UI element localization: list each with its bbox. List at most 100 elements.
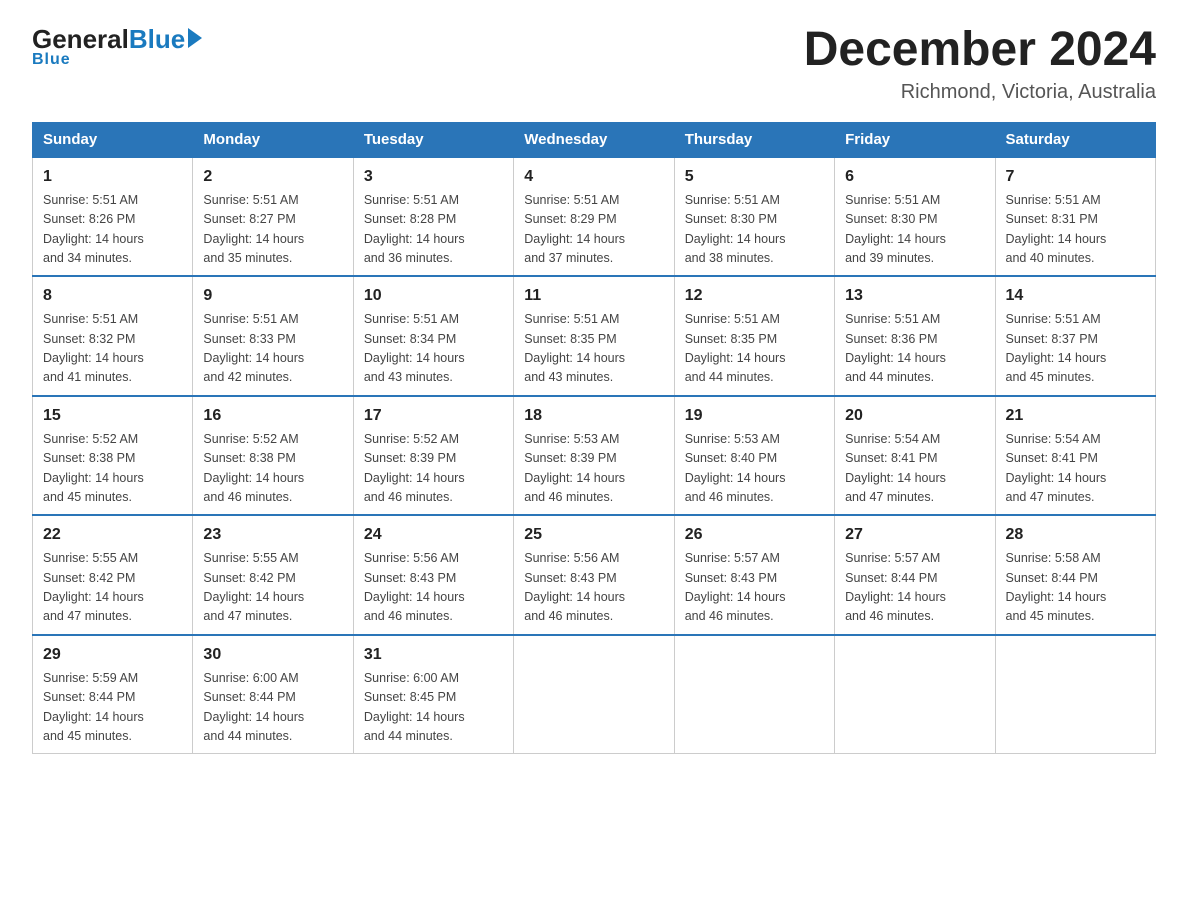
title-section: December 2024 Richmond, Victoria, Austra… (804, 24, 1156, 104)
day-info: Sunrise: 5:59 AMSunset: 8:44 PMDaylight:… (43, 669, 182, 747)
day-number: 31 (364, 643, 503, 667)
calendar-cell: 31Sunrise: 6:00 AMSunset: 8:45 PMDayligh… (353, 635, 513, 754)
week-row-1: 1Sunrise: 5:51 AMSunset: 8:26 PMDaylight… (33, 157, 1156, 277)
day-number: 16 (203, 404, 342, 428)
day-number: 20 (845, 404, 984, 428)
day-info: Sunrise: 5:51 AMSunset: 8:34 PMDaylight:… (364, 310, 503, 388)
day-number: 25 (524, 523, 663, 547)
day-info: Sunrise: 5:56 AMSunset: 8:43 PMDaylight:… (364, 549, 503, 627)
day-number: 8 (43, 284, 182, 308)
calendar-cell: 8Sunrise: 5:51 AMSunset: 8:32 PMDaylight… (33, 276, 193, 396)
day-info: Sunrise: 5:53 AMSunset: 8:39 PMDaylight:… (524, 430, 663, 508)
logo-underline: Blue (32, 51, 71, 69)
day-info: Sunrise: 5:57 AMSunset: 8:43 PMDaylight:… (685, 549, 824, 627)
day-number: 12 (685, 284, 824, 308)
day-number: 30 (203, 643, 342, 667)
calendar-cell: 20Sunrise: 5:54 AMSunset: 8:41 PMDayligh… (835, 396, 995, 516)
calendar-cell (995, 635, 1155, 754)
day-number: 26 (685, 523, 824, 547)
day-number: 13 (845, 284, 984, 308)
day-number: 17 (364, 404, 503, 428)
day-info: Sunrise: 6:00 AMSunset: 8:45 PMDaylight:… (364, 669, 503, 747)
day-number: 9 (203, 284, 342, 308)
day-info: Sunrise: 5:51 AMSunset: 8:30 PMDaylight:… (845, 191, 984, 269)
week-row-4: 22Sunrise: 5:55 AMSunset: 8:42 PMDayligh… (33, 515, 1156, 635)
day-number: 23 (203, 523, 342, 547)
day-info: Sunrise: 5:51 AMSunset: 8:30 PMDaylight:… (685, 191, 824, 269)
day-number: 11 (524, 284, 663, 308)
day-info: Sunrise: 5:51 AMSunset: 8:32 PMDaylight:… (43, 310, 182, 388)
calendar-cell (835, 635, 995, 754)
day-info: Sunrise: 5:51 AMSunset: 8:35 PMDaylight:… (524, 310, 663, 388)
calendar-cell: 25Sunrise: 5:56 AMSunset: 8:43 PMDayligh… (514, 515, 674, 635)
calendar-cell: 14Sunrise: 5:51 AMSunset: 8:37 PMDayligh… (995, 276, 1155, 396)
calendar-cell (514, 635, 674, 754)
day-number: 1 (43, 165, 182, 189)
calendar-cell (674, 635, 834, 754)
day-info: Sunrise: 5:51 AMSunset: 8:37 PMDaylight:… (1006, 310, 1145, 388)
day-number: 5 (685, 165, 824, 189)
day-info: Sunrise: 5:57 AMSunset: 8:44 PMDaylight:… (845, 549, 984, 627)
day-info: Sunrise: 5:51 AMSunset: 8:36 PMDaylight:… (845, 310, 984, 388)
calendar-cell: 13Sunrise: 5:51 AMSunset: 8:36 PMDayligh… (835, 276, 995, 396)
week-row-5: 29Sunrise: 5:59 AMSunset: 8:44 PMDayligh… (33, 635, 1156, 754)
day-info: Sunrise: 5:51 AMSunset: 8:27 PMDaylight:… (203, 191, 342, 269)
calendar-cell: 3Sunrise: 5:51 AMSunset: 8:28 PMDaylight… (353, 157, 513, 277)
day-number: 3 (364, 165, 503, 189)
day-number: 22 (43, 523, 182, 547)
page-header: General Blue Blue December 2024 Richmond… (32, 24, 1156, 104)
calendar-cell: 23Sunrise: 5:55 AMSunset: 8:42 PMDayligh… (193, 515, 353, 635)
calendar-title: December 2024 (804, 24, 1156, 77)
day-info: Sunrise: 5:51 AMSunset: 8:29 PMDaylight:… (524, 191, 663, 269)
logo: General Blue Blue (32, 24, 202, 69)
day-info: Sunrise: 5:51 AMSunset: 8:31 PMDaylight:… (1006, 191, 1145, 269)
calendar-cell: 29Sunrise: 5:59 AMSunset: 8:44 PMDayligh… (33, 635, 193, 754)
week-row-3: 15Sunrise: 5:52 AMSunset: 8:38 PMDayligh… (33, 396, 1156, 516)
calendar-cell: 7Sunrise: 5:51 AMSunset: 8:31 PMDaylight… (995, 157, 1155, 277)
day-info: Sunrise: 5:54 AMSunset: 8:41 PMDaylight:… (845, 430, 984, 508)
calendar-cell: 27Sunrise: 5:57 AMSunset: 8:44 PMDayligh… (835, 515, 995, 635)
day-info: Sunrise: 5:51 AMSunset: 8:26 PMDaylight:… (43, 191, 182, 269)
header-wednesday: Wednesday (514, 122, 674, 157)
day-info: Sunrise: 5:52 AMSunset: 8:38 PMDaylight:… (203, 430, 342, 508)
calendar-cell: 16Sunrise: 5:52 AMSunset: 8:38 PMDayligh… (193, 396, 353, 516)
logo-blue-text: Blue (129, 24, 185, 55)
header-saturday: Saturday (995, 122, 1155, 157)
day-info: Sunrise: 5:55 AMSunset: 8:42 PMDaylight:… (43, 549, 182, 627)
calendar-cell: 12Sunrise: 5:51 AMSunset: 8:35 PMDayligh… (674, 276, 834, 396)
day-info: Sunrise: 5:55 AMSunset: 8:42 PMDaylight:… (203, 549, 342, 627)
calendar-cell: 19Sunrise: 5:53 AMSunset: 8:40 PMDayligh… (674, 396, 834, 516)
calendar-cell: 2Sunrise: 5:51 AMSunset: 8:27 PMDaylight… (193, 157, 353, 277)
calendar-cell: 4Sunrise: 5:51 AMSunset: 8:29 PMDaylight… (514, 157, 674, 277)
day-number: 21 (1006, 404, 1145, 428)
calendar-table: SundayMondayTuesdayWednesdayThursdayFrid… (32, 122, 1156, 755)
calendar-cell: 24Sunrise: 5:56 AMSunset: 8:43 PMDayligh… (353, 515, 513, 635)
day-number: 19 (685, 404, 824, 428)
calendar-cell: 9Sunrise: 5:51 AMSunset: 8:33 PMDaylight… (193, 276, 353, 396)
week-row-2: 8Sunrise: 5:51 AMSunset: 8:32 PMDaylight… (33, 276, 1156, 396)
day-info: Sunrise: 5:56 AMSunset: 8:43 PMDaylight:… (524, 549, 663, 627)
day-number: 18 (524, 404, 663, 428)
day-number: 29 (43, 643, 182, 667)
day-number: 4 (524, 165, 663, 189)
day-info: Sunrise: 5:53 AMSunset: 8:40 PMDaylight:… (685, 430, 824, 508)
calendar-cell: 26Sunrise: 5:57 AMSunset: 8:43 PMDayligh… (674, 515, 834, 635)
day-info: Sunrise: 5:51 AMSunset: 8:28 PMDaylight:… (364, 191, 503, 269)
calendar-cell: 6Sunrise: 5:51 AMSunset: 8:30 PMDaylight… (835, 157, 995, 277)
day-info: Sunrise: 5:58 AMSunset: 8:44 PMDaylight:… (1006, 549, 1145, 627)
day-number: 7 (1006, 165, 1145, 189)
logo-arrow-icon (188, 28, 202, 48)
day-info: Sunrise: 5:51 AMSunset: 8:33 PMDaylight:… (203, 310, 342, 388)
day-number: 2 (203, 165, 342, 189)
calendar-subtitle: Richmond, Victoria, Australia (804, 81, 1156, 104)
calendar-cell: 30Sunrise: 6:00 AMSunset: 8:44 PMDayligh… (193, 635, 353, 754)
day-number: 24 (364, 523, 503, 547)
calendar-cell: 11Sunrise: 5:51 AMSunset: 8:35 PMDayligh… (514, 276, 674, 396)
day-info: Sunrise: 5:52 AMSunset: 8:39 PMDaylight:… (364, 430, 503, 508)
day-info: Sunrise: 5:54 AMSunset: 8:41 PMDaylight:… (1006, 430, 1145, 508)
calendar-cell: 22Sunrise: 5:55 AMSunset: 8:42 PMDayligh… (33, 515, 193, 635)
header-sunday: Sunday (33, 122, 193, 157)
day-number: 27 (845, 523, 984, 547)
calendar-cell: 17Sunrise: 5:52 AMSunset: 8:39 PMDayligh… (353, 396, 513, 516)
header-thursday: Thursday (674, 122, 834, 157)
